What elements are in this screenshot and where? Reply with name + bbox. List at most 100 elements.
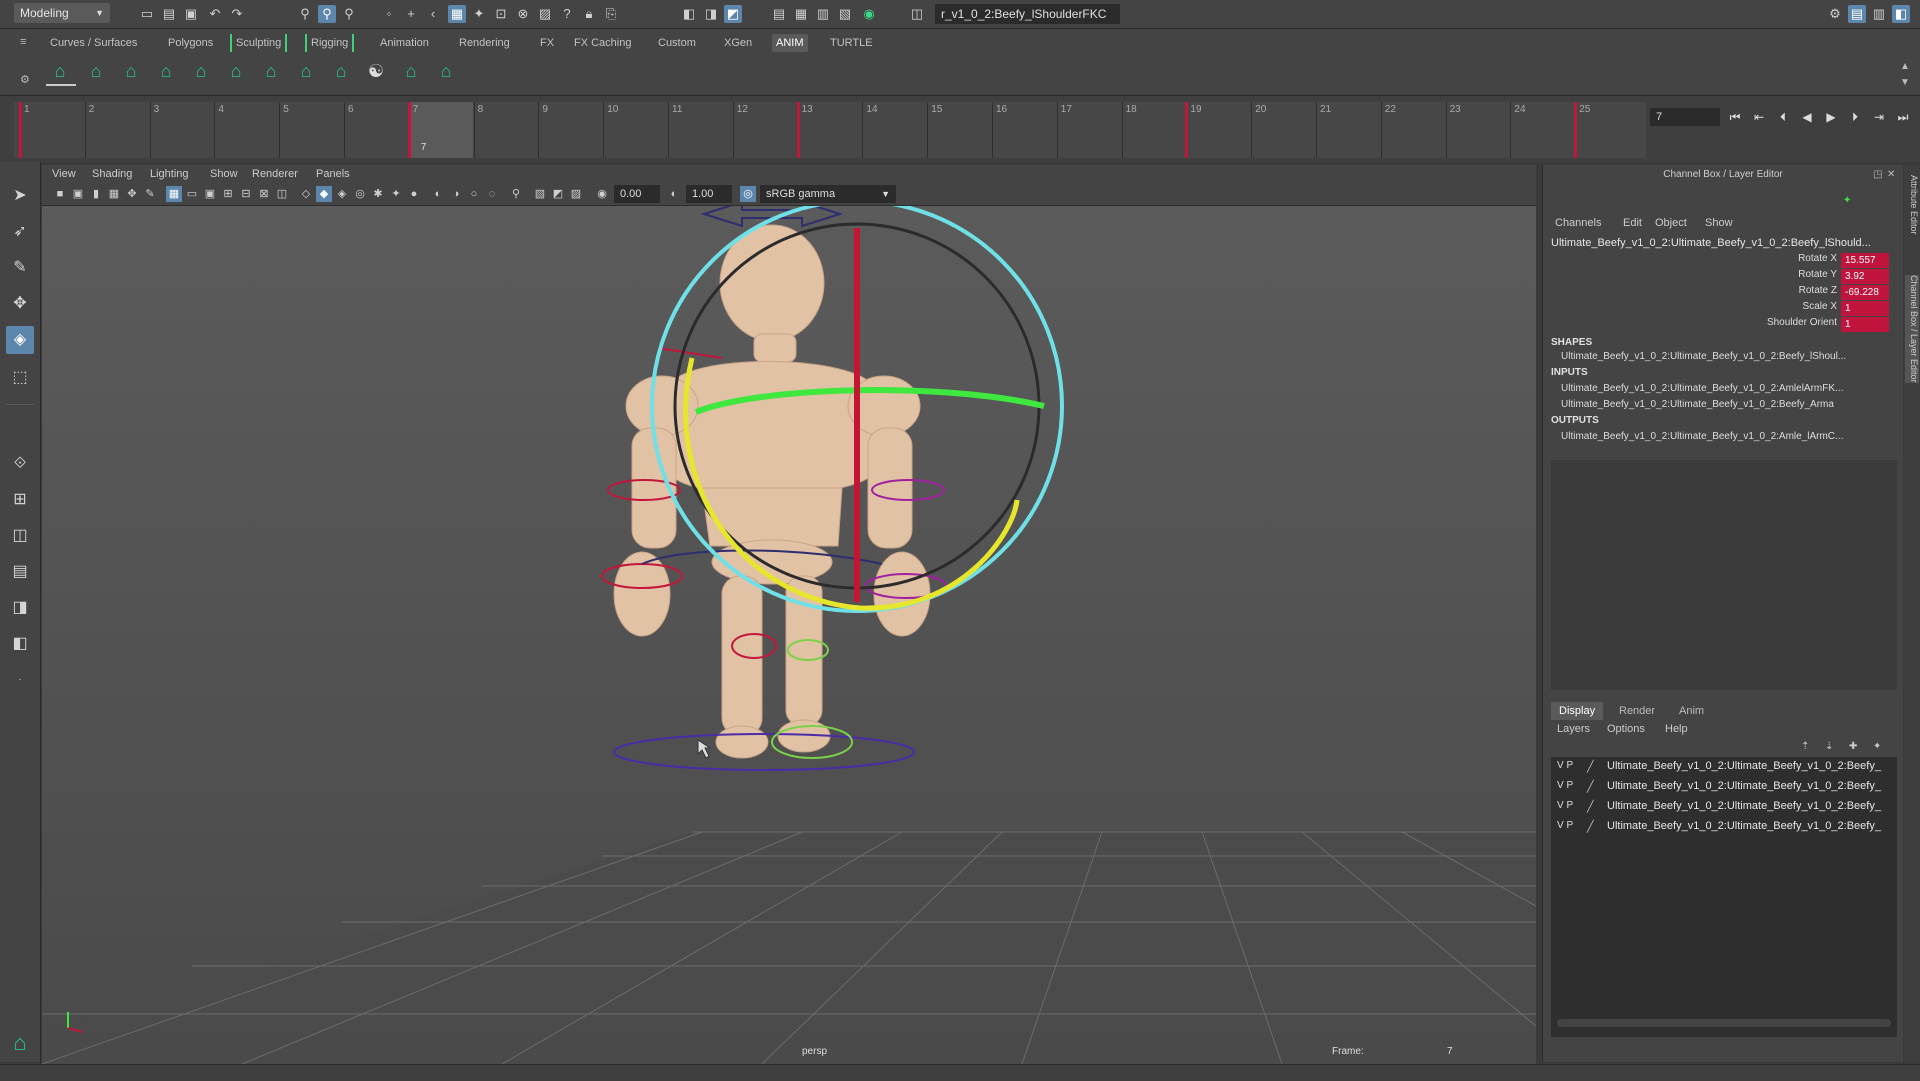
channel-box-toggle-icon[interactable]: ▥ [1870, 5, 1888, 23]
grid-icon[interactable]: ▦ [166, 186, 182, 202]
film-gate-icon[interactable]: ▭ [184, 186, 200, 202]
attr-value[interactable]: 1 [1841, 301, 1889, 316]
anim-tool-1-icon[interactable]: ⌂ [48, 59, 72, 83]
layer-name[interactable]: Ultimate_Beefy_v1_0_2:Ultimate_Beefy_v1_… [1607, 780, 1893, 792]
tab-attribute-editor[interactable]: Attribute Editor [1905, 175, 1919, 235]
tab-rigging[interactable]: Rigging [305, 34, 355, 52]
shelf-scroll-down-icon[interactable]: ▼ [1900, 77, 1910, 88]
xray-icon[interactable]: ◎ [352, 186, 368, 202]
tab-render[interactable]: Render [1611, 702, 1663, 720]
menu-options[interactable]: Options [1607, 723, 1645, 735]
render-view-icon[interactable]: ◧ [680, 5, 698, 23]
xray-joints-icon[interactable]: ✱ [370, 186, 386, 202]
lasso-tool-icon[interactable]: ➶ [6, 218, 34, 246]
io-icon[interactable]: ▨ [536, 5, 554, 23]
paint-select-tool-icon[interactable]: ✎ [6, 254, 34, 282]
menu-show[interactable]: Show [210, 165, 238, 183]
new-layer-selected-icon[interactable]: ✦ [1873, 741, 1881, 752]
isolate-select-icon[interactable]: ⚲ [508, 186, 524, 202]
layer-name[interactable]: Ultimate_Beefy_v1_0_2:Ultimate_Beefy_v1_… [1607, 820, 1893, 832]
attr-rotate-y[interactable]: Rotate Y 3.92 [1551, 269, 1897, 285]
history-icon[interactable]: ⎘ [602, 5, 620, 23]
menu-layers[interactable]: Layers [1557, 723, 1590, 735]
hypershade-icon[interactable]: ▦ [792, 5, 810, 23]
render-sequence-icon[interactable]: ▧ [836, 5, 854, 23]
grease-pencil-icon[interactable]: ✎ [142, 186, 158, 202]
step-forward-frame-icon[interactable]: ⏵ [1846, 108, 1864, 126]
lock-icon[interactable]: 🔒︎ [580, 5, 598, 23]
select-component-icon[interactable]: ⚲ [340, 5, 358, 23]
graph-layout-icon[interactable]: ◨ [6, 594, 34, 622]
input-item[interactable]: Ultimate_Beefy_v1_0_2:Ultimate_Beefy_v1_… [1561, 399, 1897, 410]
gamma-field[interactable]: 1.00 [686, 185, 732, 203]
snap-together-tool-icon[interactable]: ⟐ [6, 450, 34, 478]
ipr-render-icon[interactable]: ◩ [724, 5, 742, 23]
tab-turtle[interactable]: TURTLE [826, 34, 877, 52]
keyframe-marker[interactable] [407, 102, 411, 158]
tab-anim[interactable]: ANIM [772, 34, 808, 52]
shelf-menu-icon[interactable]: ≡ [20, 36, 26, 48]
menu-object[interactable]: Object [1655, 217, 1687, 229]
layer-color-icon[interactable]: ╱ [1587, 820, 1594, 833]
persp-graph-layout-icon[interactable]: ◧ [6, 630, 34, 658]
play-forwards-icon[interactable]: ▶ [1822, 108, 1840, 126]
smooth-shade-icon[interactable]: ◆ [316, 186, 332, 202]
camera-icon[interactable]: ■ [52, 186, 68, 202]
key-indicator-icon[interactable]: ✦ [1843, 195, 1851, 206]
tab-curves-surfaces[interactable]: Curves / Surfaces [46, 34, 141, 52]
snap-icon[interactable]: ◦ [380, 5, 398, 23]
tab-display[interactable]: Display [1551, 702, 1604, 720]
menu-lighting[interactable]: Lighting [150, 165, 189, 183]
menu-renderer[interactable]: Renderer [252, 165, 298, 183]
anim-tool-5-icon[interactable]: ⌂ [189, 59, 213, 83]
ambient-occlusion-icon[interactable]: ◐ [430, 186, 446, 202]
tab-channel-box[interactable]: Channel Box / Layer Editor [1905, 275, 1919, 383]
attr-rotate-z[interactable]: Rotate Z -69.228 [1551, 285, 1897, 301]
anim-tool-12-icon[interactable]: ⌂ [434, 59, 458, 83]
safe-title-icon[interactable]: ◫ [274, 186, 290, 202]
attr-rotate-x[interactable]: Rotate X 15.557 [1551, 253, 1897, 269]
color-management-icon[interactable]: ◎ [740, 186, 756, 202]
layer-color-icon[interactable]: ╱ [1587, 780, 1594, 793]
lights-icon[interactable]: ✦ [388, 186, 404, 202]
move-tool-icon[interactable]: ✥ [6, 290, 34, 318]
attr-value[interactable]: 15.557 [1841, 253, 1889, 268]
tab-fx[interactable]: FX [536, 34, 558, 52]
xray-active-icon[interactable]: ▧ [532, 186, 548, 202]
tab-fx-caching[interactable]: FX Caching [570, 34, 635, 52]
anim-tool-9-icon[interactable]: ⌂ [329, 59, 353, 83]
undo-icon[interactable]: ↶ [206, 5, 224, 23]
current-frame-field[interactable]: 7 [1650, 108, 1720, 126]
step-back-frame-icon[interactable]: ⏴ [1774, 108, 1792, 126]
motion-blur-icon[interactable]: ◑ [448, 186, 464, 202]
anim-tool-11-icon[interactable]: ⌂ [399, 59, 423, 83]
render-settings-icon[interactable]: ▤ [770, 5, 788, 23]
anim-tool-10-icon[interactable]: ☯ [364, 59, 388, 83]
menu-shading[interactable]: Shading [92, 165, 132, 183]
layer-name[interactable]: Ultimate_Beefy_v1_0_2:Ultimate_Beefy_v1_… [1607, 800, 1893, 812]
field-chart-icon[interactable]: ⊟ [238, 186, 254, 202]
layer-name[interactable]: Ultimate_Beefy_v1_0_2:Ultimate_Beefy_v1_… [1607, 760, 1893, 772]
list-item[interactable]: V P ╱ Ultimate_Beefy_v1_0_2:Ultimate_Bee… [1551, 797, 1897, 817]
outliner-layout-icon[interactable]: ▤ [6, 558, 34, 586]
tab-sculpting[interactable]: Sculpting [230, 34, 288, 52]
keyframe-marker[interactable] [1185, 102, 1189, 158]
safe-action-icon[interactable]: ⊠ [256, 186, 272, 202]
image-plane-icon[interactable]: ▦ [106, 186, 122, 202]
output-item[interactable]: Ultimate_Beefy_v1_0_2:Ultimate_Beefy_v1_… [1561, 431, 1897, 442]
close-icon[interactable]: ✕ [1887, 169, 1895, 180]
tab-anim[interactable]: Anim [1671, 702, 1712, 720]
layout-icon[interactable]: ▤ [1848, 5, 1866, 23]
gate-mask-icon[interactable]: ⊞ [220, 186, 236, 202]
move-layer-down-icon[interactable]: ⇣ [1825, 741, 1833, 752]
redo-icon[interactable]: ↷ [228, 5, 246, 23]
anim-tool-3-icon[interactable]: ⌂ [119, 59, 143, 83]
snap-curve-icon[interactable]: ‹ [424, 5, 442, 23]
exposure-icon[interactable]: ◉ [594, 186, 610, 202]
four-view-layout-icon[interactable]: ⊞ [6, 486, 34, 514]
menu-help[interactable]: Help [1665, 723, 1688, 735]
tab-custom[interactable]: Custom [654, 34, 700, 52]
snap-live-icon[interactable]: ⊡ [492, 5, 510, 23]
shape-item[interactable]: Ultimate_Beefy_v1_0_2:Ultimate_Beefy_v1_… [1561, 351, 1897, 362]
wireframe-icon[interactable]: ◇ [298, 186, 314, 202]
